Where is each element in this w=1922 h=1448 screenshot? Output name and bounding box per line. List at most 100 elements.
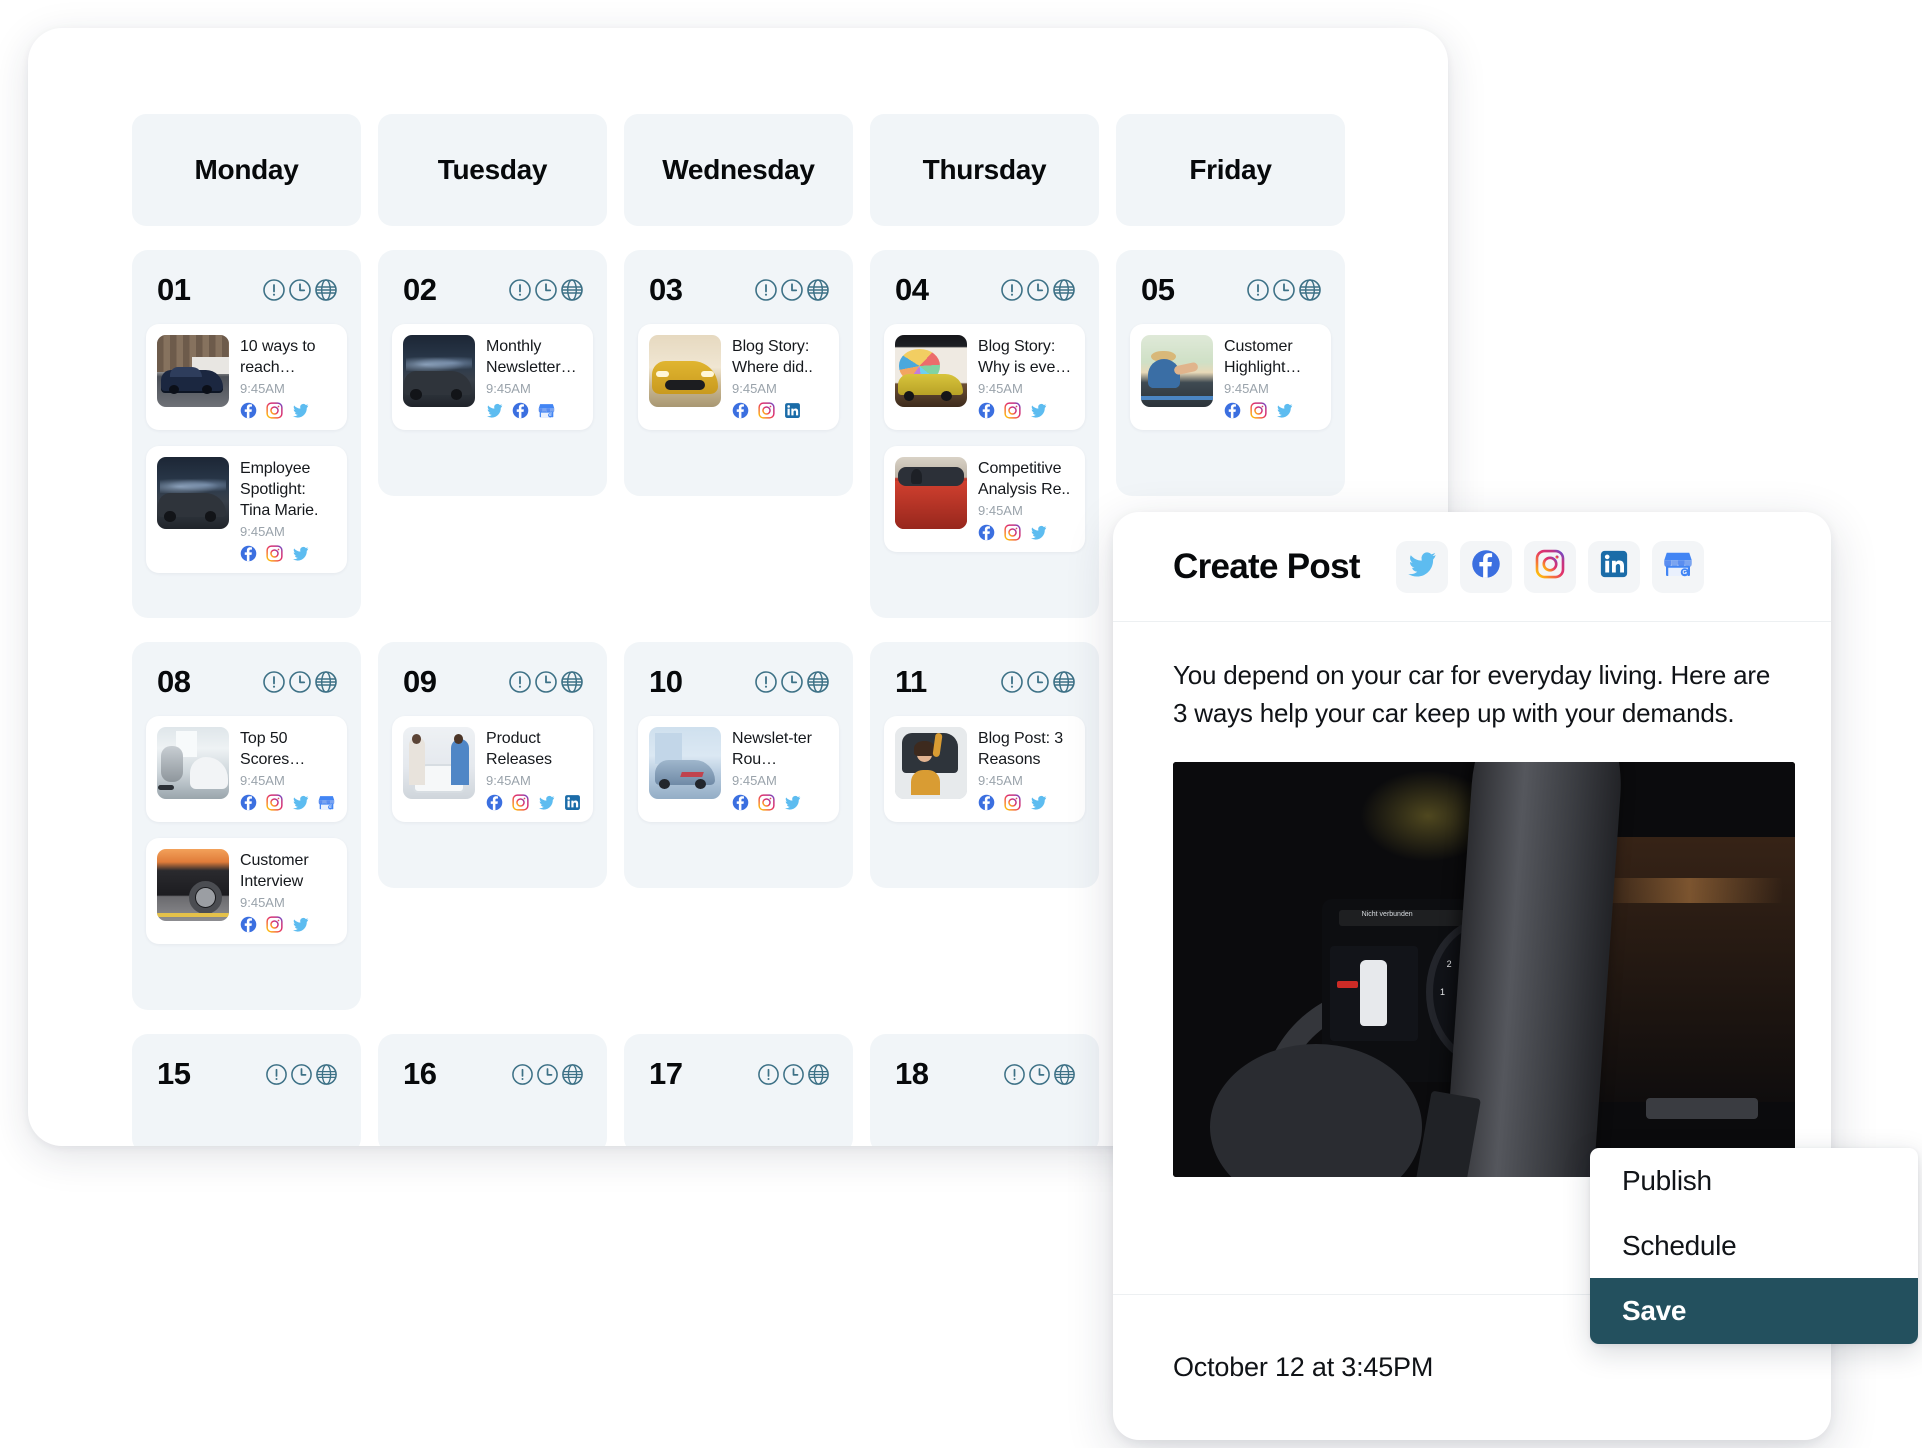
alert-circle-icon[interactable] <box>754 670 778 694</box>
alert-circle-icon[interactable] <box>754 278 778 302</box>
alert-circle-icon[interactable] <box>262 670 286 694</box>
day-number: 01 <box>157 272 190 308</box>
alert-circle-icon[interactable] <box>1000 278 1024 302</box>
scheduled-post-card[interactable]: Blog Story: Why is eve…9:45AM <box>884 324 1085 430</box>
day-status-icons[interactable] <box>757 1063 830 1086</box>
globe-icon[interactable] <box>806 670 830 694</box>
clock-circle-icon[interactable] <box>782 1063 805 1086</box>
dropdown-item-save[interactable]: Save <box>1590 1278 1918 1344</box>
globe-icon[interactable] <box>1053 1063 1076 1086</box>
svg-text:G: G <box>1682 570 1687 576</box>
calendar-day-cell[interactable]: 08Top 50 Scores…9:45AMGCustomer Intervie… <box>132 642 361 1010</box>
alert-circle-icon[interactable] <box>757 1063 780 1086</box>
network-toggle-instagram[interactable] <box>1524 541 1576 593</box>
publish-action-dropdown[interactable]: PublishScheduleSave <box>1590 1148 1918 1344</box>
calendar-day-cell[interactable]: 02Monthly Newsletter…9:45AMG <box>378 250 607 496</box>
post-title: Top 50 Scores… <box>240 728 336 770</box>
post-text[interactable]: You depend on your car for everyday livi… <box>1173 656 1783 732</box>
globe-icon[interactable] <box>314 278 338 302</box>
globe-icon[interactable] <box>560 278 584 302</box>
clock-circle-icon[interactable] <box>780 670 804 694</box>
alert-circle-icon[interactable] <box>508 670 532 694</box>
day-status-icons[interactable] <box>754 278 830 302</box>
globe-icon[interactable] <box>561 1063 584 1086</box>
calendar-day-cell[interactable]: 10Newslet-ter Rou…9:45AM <box>624 642 853 888</box>
day-status-icons[interactable] <box>262 278 338 302</box>
calendar-day-cell[interactable]: 04Blog Story: Why is eve…9:45AMCompetiti… <box>870 250 1099 618</box>
clock-circle-icon[interactable] <box>534 278 558 302</box>
day-status-icons[interactable] <box>508 278 584 302</box>
alert-circle-icon[interactable] <box>1246 278 1270 302</box>
globe-icon[interactable] <box>1298 278 1322 302</box>
scheduled-datetime[interactable]: October 12 at 3:45PM <box>1173 1352 1433 1383</box>
calendar-day-cell[interactable]: 18 <box>870 1034 1099 1146</box>
dropdown-item-publish[interactable]: Publish <box>1590 1148 1918 1213</box>
day-status-icons[interactable] <box>1000 670 1076 694</box>
day-status-icons[interactable] <box>1246 278 1322 302</box>
alert-circle-icon[interactable] <box>1003 1063 1026 1086</box>
create-post-network-selector[interactable]: G <box>1396 541 1704 593</box>
clock-circle-icon[interactable] <box>1026 278 1050 302</box>
globe-icon[interactable] <box>314 670 338 694</box>
clock-circle-icon[interactable] <box>1028 1063 1051 1086</box>
globe-icon[interactable] <box>315 1063 338 1086</box>
day-status-icons[interactable] <box>265 1063 338 1086</box>
calendar-day-cell[interactable]: 01 10 ways to reach…9:45AM Employee Spotli… <box>132 250 361 618</box>
day-status-icons[interactable] <box>511 1063 584 1086</box>
alert-circle-icon[interactable] <box>262 278 286 302</box>
day-status-icons[interactable] <box>1003 1063 1076 1086</box>
clock-circle-icon[interactable] <box>1026 670 1050 694</box>
clock-circle-icon[interactable] <box>288 670 312 694</box>
network-toggle-google-business[interactable]: G <box>1652 541 1704 593</box>
post-thumbnail <box>157 849 229 921</box>
globe-icon[interactable] <box>807 1063 830 1086</box>
calendar-day-cell[interactable]: 05Customer Highlight…9:45AM <box>1116 250 1345 496</box>
scheduled-post-card[interactable]: Customer Highlight…9:45AM <box>1130 324 1331 430</box>
weekday-header-monday: Monday <box>132 114 361 226</box>
calendar-day-cell[interactable]: 17 <box>624 1034 853 1146</box>
facebook-icon <box>512 402 529 419</box>
globe-icon[interactable] <box>1052 278 1076 302</box>
scheduled-post-card[interactable]: Monthly Newsletter…9:45AMG <box>392 324 593 430</box>
globe-icon[interactable] <box>806 278 830 302</box>
clock-circle-icon[interactable] <box>288 278 312 302</box>
twitter-icon <box>292 794 309 811</box>
day-status-icons[interactable] <box>508 670 584 694</box>
clock-circle-icon[interactable] <box>1272 278 1296 302</box>
day-status-icons[interactable] <box>262 670 338 694</box>
scheduled-post-card[interactable]: Product Releases9:45AM <box>392 716 593 822</box>
calendar-day-cell[interactable]: 03Blog Story: Where did..9:45AM <box>624 250 853 496</box>
post-media-preview[interactable]: Nicht verbunden 230km 1 2 3 4 5 <box>1173 762 1795 1177</box>
clock-circle-icon[interactable] <box>290 1063 313 1086</box>
network-toggle-linkedin[interactable] <box>1588 541 1640 593</box>
network-toggle-twitter[interactable] <box>1396 541 1448 593</box>
day-status-icons[interactable] <box>754 670 830 694</box>
calendar-day-cell[interactable]: 15 <box>132 1034 361 1146</box>
scheduled-post-card[interactable]: Newslet-ter Rou…9:45AM <box>638 716 839 822</box>
calendar-day-cell[interactable]: 16 <box>378 1034 607 1146</box>
clock-circle-icon[interactable] <box>780 278 804 302</box>
clock-circle-icon[interactable] <box>536 1063 559 1086</box>
alert-circle-icon[interactable] <box>265 1063 288 1086</box>
calendar-day-cell[interactable]: 11 Blog Post: 3 Reasons9:45AM <box>870 642 1099 888</box>
dropdown-item-schedule[interactable]: Schedule <box>1590 1213 1918 1278</box>
day-status-icons[interactable] <box>1000 278 1076 302</box>
instagram-icon <box>1535 549 1565 584</box>
scheduled-post-card[interactable]: 10 ways to reach…9:45AM <box>146 324 347 430</box>
scheduled-post-card[interactable]: Customer Interview9:45AM <box>146 838 347 944</box>
globe-icon[interactable] <box>1052 670 1076 694</box>
network-toggle-facebook[interactable] <box>1460 541 1512 593</box>
alert-circle-icon[interactable] <box>1000 670 1024 694</box>
globe-icon[interactable] <box>560 670 584 694</box>
scheduled-post-card[interactable]: Employee Spotlight: Tina Marie.9:45AM <box>146 446 347 573</box>
scheduled-post-card[interactable]: Top 50 Scores…9:45AMG <box>146 716 347 822</box>
calendar-day-cell[interactable]: 09Product Releases9:45AM <box>378 642 607 888</box>
scheduled-post-card[interactable]: Blog Post: 3 Reasons9:45AM <box>884 716 1085 822</box>
scheduled-post-card[interactable]: Competitive Analysis Re..9:45AM <box>884 446 1085 552</box>
facebook-icon <box>240 402 257 419</box>
day-cell-header: 11 <box>884 664 1085 700</box>
clock-circle-icon[interactable] <box>534 670 558 694</box>
alert-circle-icon[interactable] <box>508 278 532 302</box>
scheduled-post-card[interactable]: Blog Story: Where did..9:45AM <box>638 324 839 430</box>
alert-circle-icon[interactable] <box>511 1063 534 1086</box>
